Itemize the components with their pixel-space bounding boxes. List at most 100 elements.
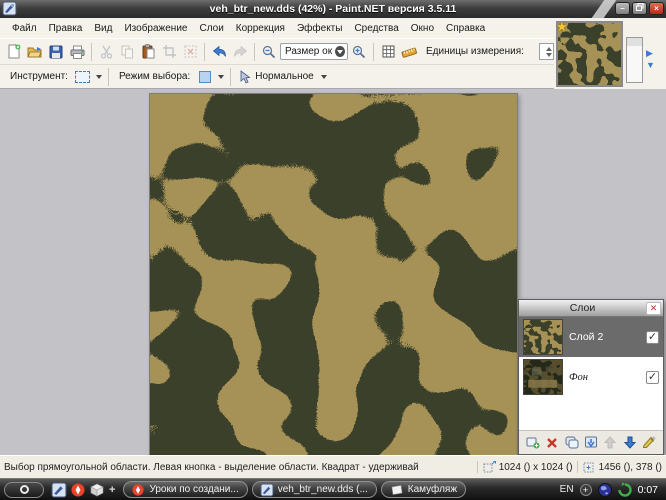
window-title: veh_btr_new.dds (42%) - Paint.NET версия… [0,3,666,15]
units-combobox[interactable] [539,43,554,60]
taskbar-button-camouflage-folder[interactable]: Камуфляж [381,481,466,498]
paintdotnet-quicklaunch-icon[interactable] [52,483,66,497]
move-layer-down-button[interactable] [621,434,638,451]
cursor-position-icon [583,461,596,473]
start-orb-icon [20,485,29,494]
layer-row-background[interactable]: Фон ✓ [519,357,663,397]
3d-box-icon[interactable] [90,483,104,497]
spinner-down-icon[interactable] [546,53,552,60]
new-file-button[interactable] [4,42,24,62]
menu-item-view[interactable]: Вид [88,21,118,36]
menu-item-help[interactable]: Справка [440,21,491,36]
restore-button[interactable] [632,2,647,15]
deselect-button[interactable] [180,42,200,62]
menu-item-window[interactable]: Окно [405,21,440,36]
layers-panel-close-button[interactable]: ✕ [646,302,661,315]
ruler-icon [401,45,417,59]
active-document-thumbnail[interactable]: ★ [556,21,623,87]
zoom-level-combobox[interactable]: Размер ок [280,43,348,60]
image-canvas[interactable] [149,93,518,455]
zoom-out-button[interactable] [259,42,279,62]
move-layer-up-button[interactable] [602,434,619,451]
minimize-button[interactable]: – [615,2,630,15]
scroll-documents-right-icon[interactable]: ▶ [646,49,655,57]
new-file-icon [7,44,21,59]
delete-layer-button[interactable] [544,434,561,451]
separator [373,43,374,61]
paste-icon [142,44,155,59]
copy-button[interactable] [117,42,137,62]
duplicate-layer-button[interactable] [563,434,580,451]
menu-item-layers[interactable]: Слои [193,21,229,36]
layer-visible-checkbox[interactable]: ✓ [646,331,659,344]
redo-icon [233,45,248,58]
yandex-browser-icon [132,484,144,496]
layer-visible-checkbox[interactable]: ✓ [646,371,659,384]
language-indicator[interactable]: EN [560,484,574,495]
redo-button[interactable] [230,42,250,62]
spinner-up-icon[interactable] [546,44,552,51]
paste-button[interactable] [138,42,158,62]
quicklaunch-expand-icon[interactable]: + [109,484,115,496]
add-layer-button[interactable] [524,434,541,451]
menu-item-edit[interactable]: Правка [43,21,89,36]
print-button[interactable] [67,42,87,62]
undo-button[interactable] [209,42,229,62]
menu-item-effects[interactable]: Эффекты [291,21,348,36]
layers-panel: Слои ✕ Слой 2 ✓ [518,299,664,455]
merge-down-button[interactable] [582,434,599,451]
blend-mode-dropdown-icon[interactable] [321,75,327,82]
crop-to-selection-button[interactable] [159,42,179,62]
open-file-button[interactable] [25,42,45,62]
tool-dropdown-icon[interactable] [96,75,102,82]
tool-label: Инструмент: [10,71,68,82]
unsaved-changes-star-icon: ★ [556,19,568,35]
layer-row-layer2[interactable]: Слой 2 ✓ [519,317,663,357]
image-size-value: 1024 () x 1024 () [499,462,573,473]
rectangle-select-tool-button[interactable] [73,67,93,87]
layer-name: Фон [569,372,640,383]
menu-item-utilities[interactable]: Средства [348,21,404,36]
tray-expand-icon[interactable]: + [580,484,592,496]
blend-mode-value: Нормальное [255,71,313,82]
selection-mode-button[interactable] [195,67,215,87]
grid-icon [382,45,395,58]
menu-item-image[interactable]: Изображение [118,21,193,36]
yandex-browser-icon[interactable] [71,483,85,497]
add-layer-icon [526,436,540,449]
image-size-icon [483,461,496,473]
undo-icon [212,45,227,58]
taskbar-button-lessons[interactable]: Уроки по создани... [123,481,247,498]
ruler-toggle-button[interactable] [399,42,419,62]
menu-item-adjustments[interactable]: Коррекция [230,21,291,36]
quick-launch: + [48,483,119,497]
layer-properties-button[interactable] [641,434,658,451]
close-button[interactable]: × [649,2,664,15]
open-file-icon [27,45,43,59]
cut-button[interactable] [96,42,116,62]
layer2-thumbnail [523,319,563,355]
units-label: Единицы измерения: [426,46,524,57]
taskbar-clock[interactable]: 0:07 [638,484,658,496]
separator [254,43,255,61]
open-documents-strip: ★ ▶ ▼ [554,19,666,89]
globe-tray-icon[interactable] [598,483,612,497]
grid-toggle-button[interactable] [378,42,398,62]
selection-mode-dropdown-icon[interactable] [218,75,224,82]
taskbar: + Уроки по создани... veh_btr_new.dds (.… [0,478,666,500]
title-bar: veh_btr_new.dds (42%) - Paint.NET версия… [0,0,666,18]
save-button[interactable] [46,42,66,62]
save-icon [49,45,63,59]
taskbar-button-paintdotnet[interactable]: veh_btr_new.dds (... [252,481,377,498]
zoom-in-button[interactable] [349,42,369,62]
document-list-dropdown-icon[interactable]: ▼ [646,61,655,69]
zoom-level-value: Размер ок [285,46,332,57]
combobox-dropdown-icon[interactable] [335,46,345,57]
status-hint-text: Выбор прямоугольной области. Левая кнопк… [4,462,473,473]
cut-icon [100,45,113,59]
update-swirl-tray-icon[interactable] [618,483,632,497]
layers-panel-titlebar[interactable]: Слои ✕ [519,300,663,317]
start-button[interactable] [4,482,44,498]
menu-item-file[interactable]: Файл [6,21,43,36]
other-document-thumbnail[interactable] [626,37,643,83]
